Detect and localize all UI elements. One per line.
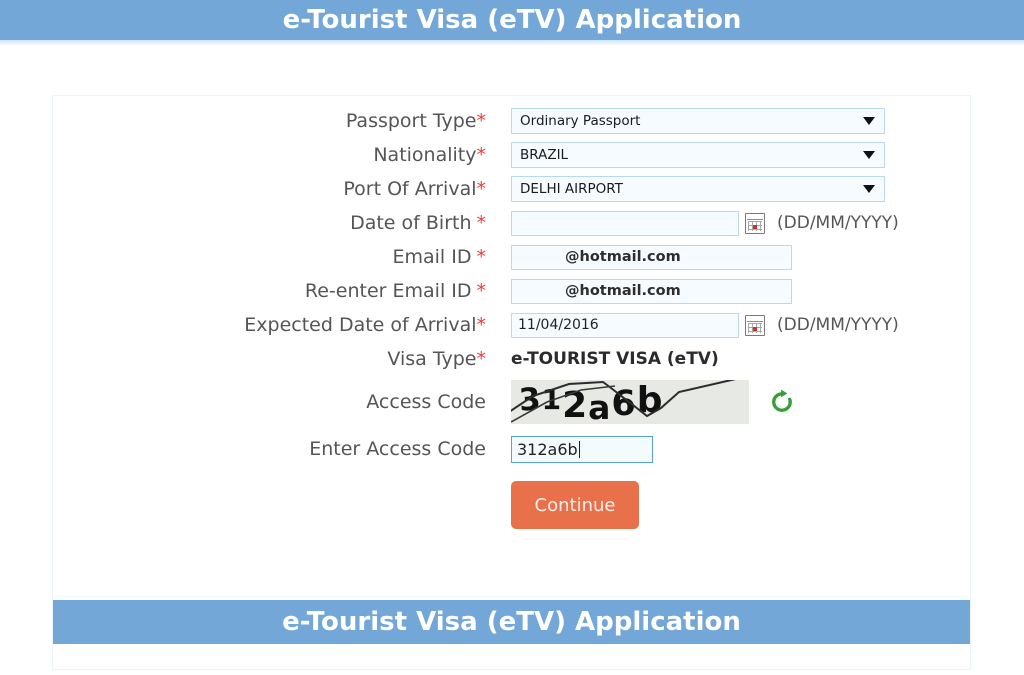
chevron-down-icon — [863, 117, 875, 125]
label-nationality: Nationality* — [53, 144, 486, 166]
date-of-birth-format-hint: (DD/MM/YYYY) — [777, 213, 899, 233]
email-id-input[interactable]: @hotmail.com — [511, 244, 792, 270]
date-of-birth-input[interactable] — [511, 210, 739, 236]
label-passport-type-text: Passport Type — [345, 110, 477, 132]
form-row-access-code: Access Code 312a6b — [53, 376, 970, 428]
form-row-enter-access-code: Enter Access Code 312a6b — [53, 428, 970, 470]
footer-header-banner: e-Tourist Visa (eTV) Application — [53, 600, 970, 644]
passport-type-value: Ordinary Passport — [520, 113, 641, 129]
label-visa-type-text: Visa Type — [387, 348, 477, 370]
page-title: e-Tourist Visa (eTV) Application — [282, 5, 742, 35]
calendar-day-marker — [753, 326, 757, 331]
captcha-image: 312a6b — [511, 380, 749, 424]
calendar-icon[interactable] — [745, 212, 765, 234]
label-port-of-arrival-text: Port Of Arrival — [343, 178, 477, 200]
label-email-id: Email ID * — [53, 246, 487, 268]
refresh-icon[interactable] — [769, 389, 795, 415]
expected-date-format-hint: (DD/MM/YYYY) — [777, 315, 899, 335]
label-enter-access-code: Enter Access Code — [309, 438, 486, 460]
page-header-banner: e-Tourist Visa (eTV) Application — [0, 0, 1024, 40]
form-row-port-of-arrival: Port Of Arrival* DELHI AIRPORT — [53, 172, 970, 206]
required-asterisk: * — [476, 348, 487, 370]
label-expected-date-of-arrival-text: Expected Date of Arrival — [244, 314, 477, 336]
header-fade-divider — [0, 40, 1024, 46]
field-expected-date-of-arrival: 11/04/2016 (DD/MM/YYYY) — [486, 312, 899, 338]
form-row-continue: Continue — [53, 470, 970, 540]
chevron-down-icon — [863, 151, 875, 159]
calendar-icon[interactable] — [745, 314, 765, 336]
label-visa-type: Visa Type* — [53, 348, 486, 370]
label-passport-type: Passport Type* — [53, 110, 486, 132]
port-of-arrival-value: DELHI AIRPORT — [520, 181, 623, 197]
required-asterisk: * — [476, 314, 487, 336]
field-date-of-birth: (DD/MM/YYYY) — [486, 210, 899, 236]
field-continue: Continue — [486, 481, 639, 529]
field-visa-type: e-TOURIST VISA (eTV) — [486, 349, 719, 369]
label-date-of-birth: Date of Birth * — [53, 212, 486, 234]
label-expected-date-of-arrival: Expected Date of Arrival* — [53, 314, 486, 336]
application-form-card: Passport Type* Ordinary Passport Nationa… — [52, 95, 971, 670]
captcha-wrapper: 312a6b — [511, 380, 795, 424]
field-nationality: BRAZIL — [486, 142, 885, 168]
calendar-day-marker — [753, 224, 757, 229]
form-row-date-of-birth: Date of Birth * (DD/MM/YYYY) — [53, 206, 970, 240]
required-asterisk: * — [476, 246, 487, 268]
continue-button[interactable]: Continue — [511, 481, 639, 529]
label-date-of-birth-text: Date of Birth — [350, 212, 472, 234]
label-email-id-text: Email ID — [392, 246, 472, 268]
field-passport-type: Ordinary Passport — [486, 108, 885, 134]
section-divider — [53, 596, 970, 597]
required-asterisk: * — [476, 212, 487, 234]
nationality-select[interactable]: BRAZIL — [511, 142, 885, 168]
field-port-of-arrival: DELHI AIRPORT — [486, 176, 885, 202]
label-reenter-email-id: Re-enter Email ID * — [53, 280, 486, 302]
form-row-nationality: Nationality* BRAZIL — [53, 138, 970, 172]
form-row-email-id: Email ID * @hotmail.com — [53, 240, 970, 274]
passport-type-select[interactable]: Ordinary Passport — [511, 108, 885, 134]
reenter-email-id-value: @hotmail.com — [565, 283, 681, 299]
chevron-down-icon — [863, 185, 875, 193]
expected-date-of-arrival-value: 11/04/2016 — [518, 317, 599, 333]
access-code-input[interactable]: 312a6b — [511, 435, 653, 463]
expected-date-of-arrival-input[interactable]: 11/04/2016 — [511, 312, 739, 338]
reenter-email-id-input[interactable]: @hotmail.com — [511, 278, 792, 304]
form-row-visa-type: Visa Type* e-TOURIST VISA (eTV) — [53, 342, 970, 376]
access-code-value: 312a6b — [517, 439, 578, 459]
field-email-id: @hotmail.com — [486, 244, 792, 270]
form-row-reenter-email-id: Re-enter Email ID * @hotmail.com — [53, 274, 970, 308]
text-cursor — [578, 440, 580, 458]
visa-type-value: e-TOURIST VISA (eTV) — [511, 349, 719, 369]
required-asterisk: * — [476, 178, 487, 200]
email-id-value: @hotmail.com — [565, 249, 681, 265]
field-enter-access-code: 312a6b — [486, 435, 653, 463]
required-asterisk: * — [476, 110, 487, 132]
field-access-code: 312a6b — [486, 380, 795, 424]
port-of-arrival-select[interactable]: DELHI AIRPORT — [511, 176, 885, 202]
label-reenter-email-id-text: Re-enter Email ID — [304, 280, 472, 302]
captcha-text: 312a6b — [517, 380, 664, 424]
required-asterisk: * — [476, 280, 487, 302]
required-asterisk: * — [476, 144, 487, 166]
footer-title: e-Tourist Visa (eTV) Application — [282, 607, 741, 637]
label-access-code: Access Code — [366, 391, 486, 413]
field-reenter-email-id: @hotmail.com — [486, 278, 792, 304]
label-nationality-text: Nationality — [373, 144, 477, 166]
label-port-of-arrival: Port Of Arrival* — [53, 178, 486, 200]
form-area: Passport Type* Ordinary Passport Nationa… — [53, 96, 970, 540]
form-row-passport-type: Passport Type* Ordinary Passport — [53, 104, 970, 138]
form-row-expected-date-of-arrival: Expected Date of Arrival* 11/04/2016 (DD… — [53, 308, 970, 342]
nationality-value: BRAZIL — [520, 147, 569, 163]
